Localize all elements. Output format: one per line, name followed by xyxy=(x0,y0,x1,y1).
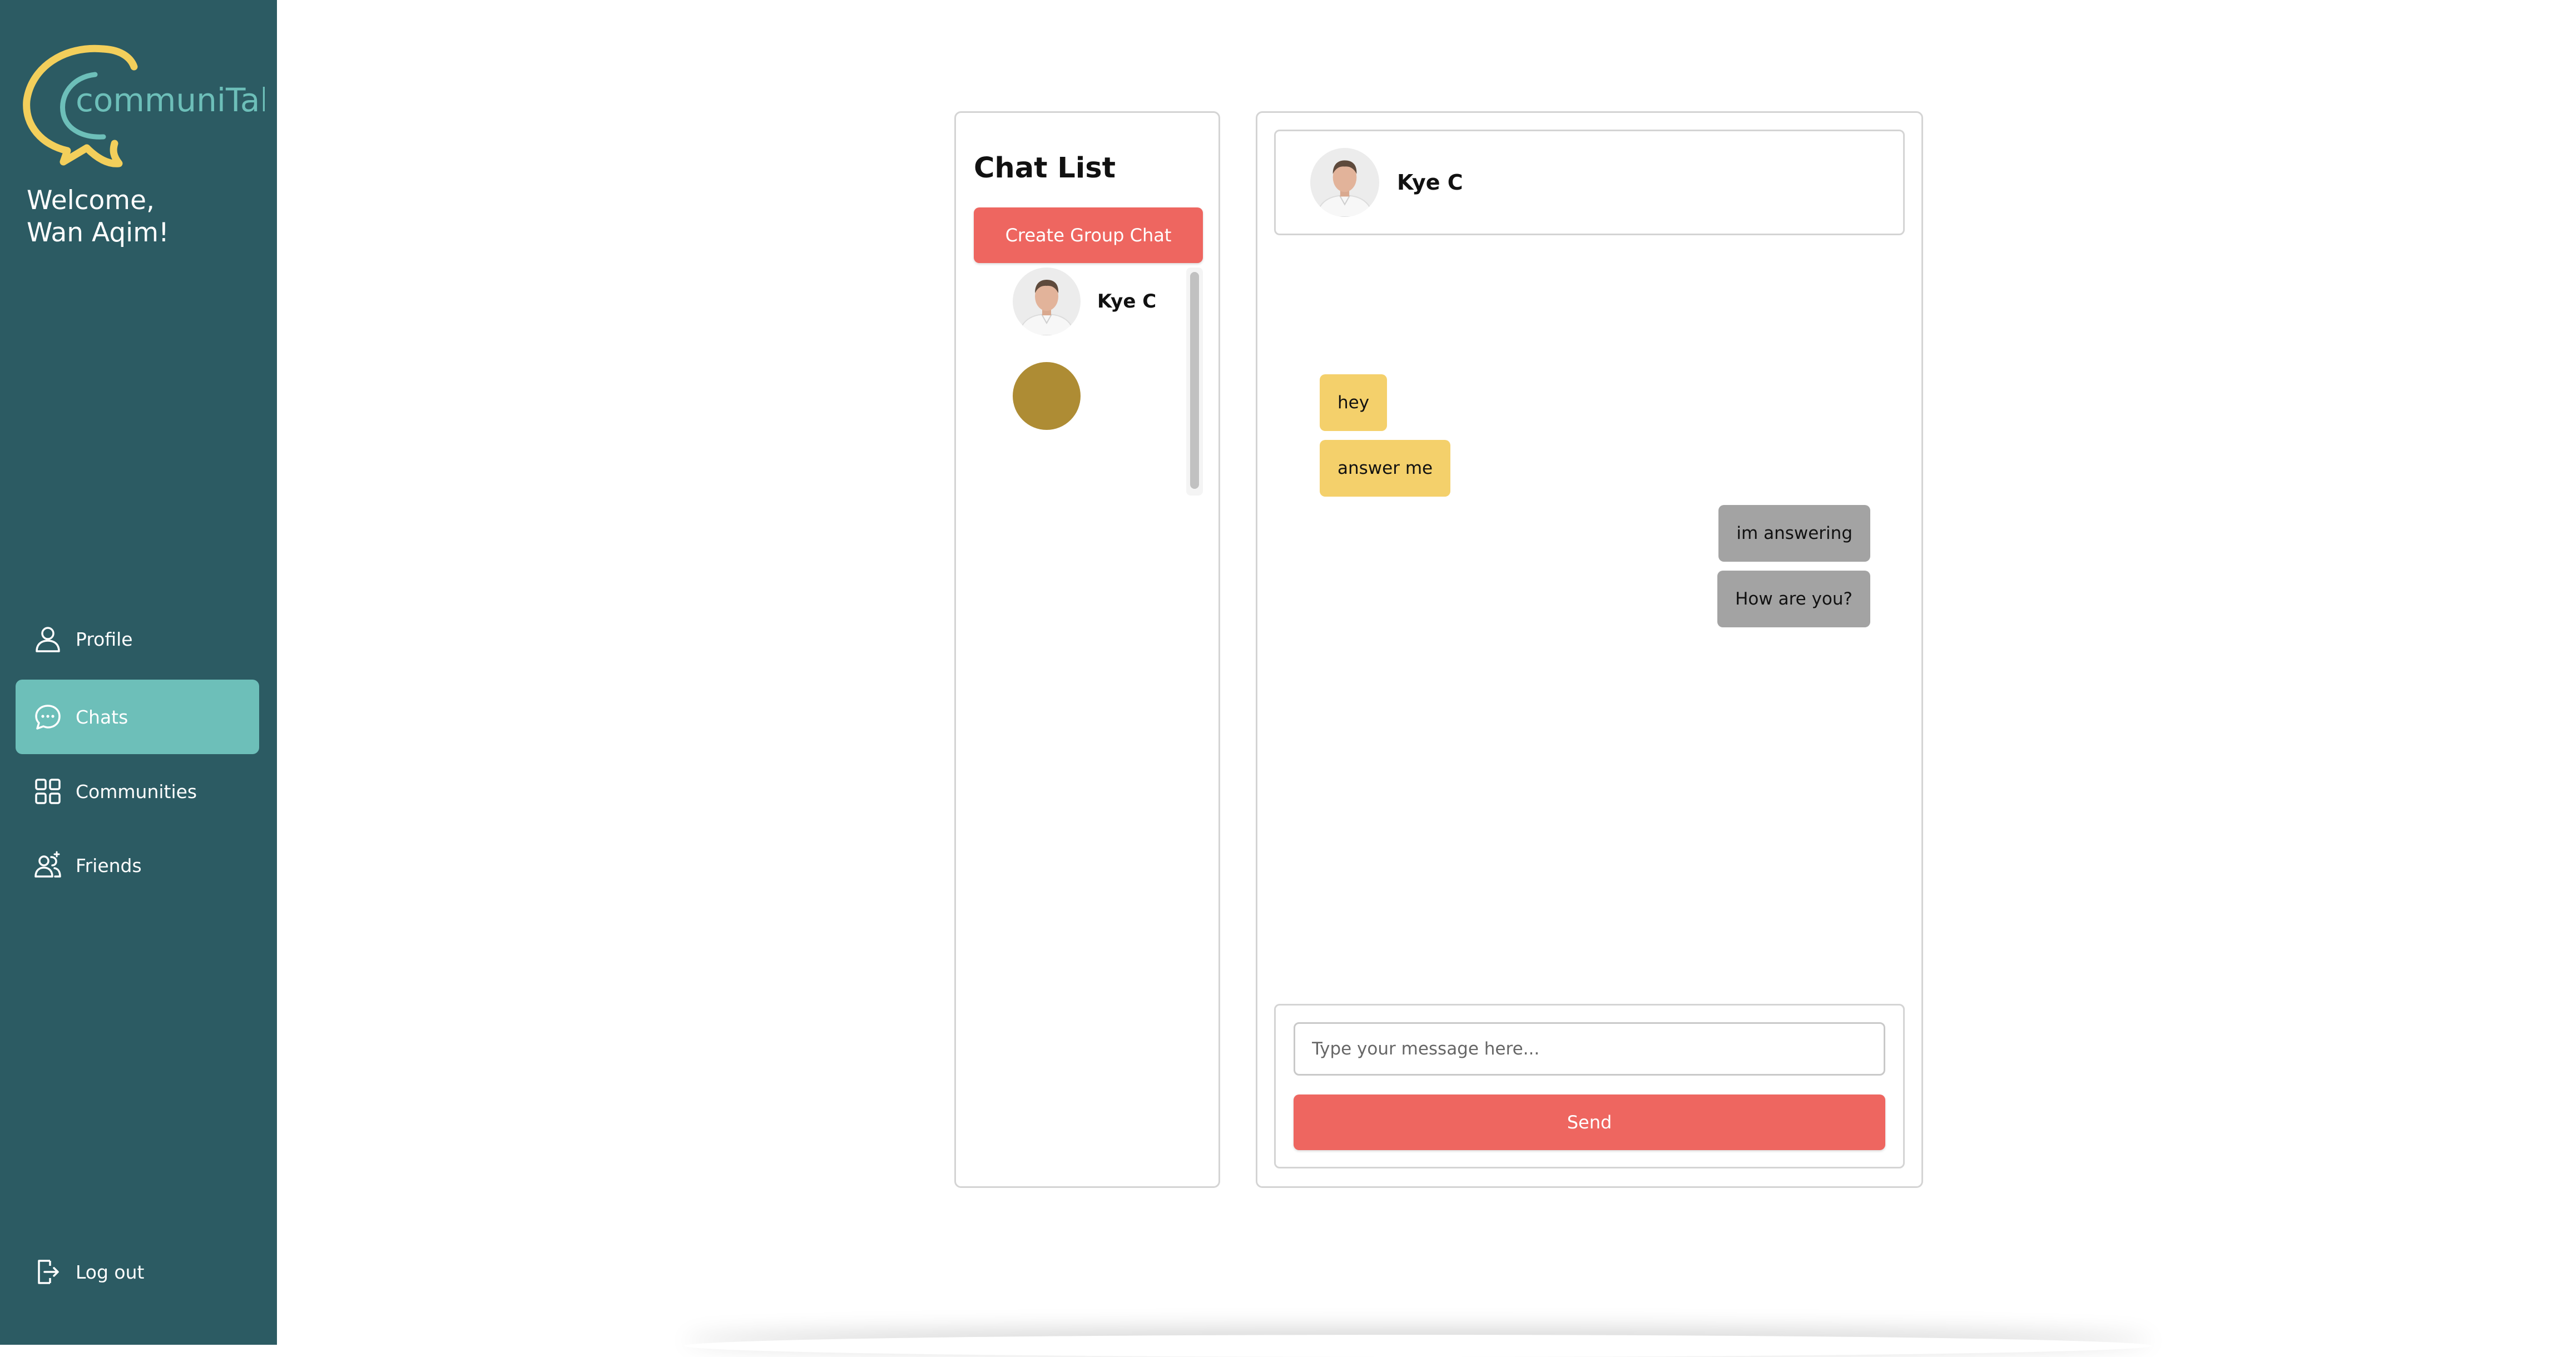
placeholder-avatar xyxy=(1013,362,1081,430)
chat-contact-name: Kye C xyxy=(1397,170,1463,195)
send-button[interactable]: Send xyxy=(1294,1094,1885,1150)
logout-button[interactable]: Log out xyxy=(16,1235,259,1309)
chat-header: Kye C xyxy=(1274,130,1905,235)
scrollbar-thumb[interactable] xyxy=(1190,272,1199,489)
sent-message: im answering xyxy=(1718,505,1870,562)
message-input[interactable] xyxy=(1294,1022,1885,1076)
chat-list-scrollbar[interactable] xyxy=(1186,268,1203,496)
contact-avatar xyxy=(1013,268,1081,335)
communitalk-logo[interactable]: communiTalk xyxy=(20,42,288,170)
logout-icon xyxy=(32,1256,63,1287)
grid-icon xyxy=(32,776,63,807)
chat-list-item[interactable] xyxy=(1013,362,1097,430)
create-group-chat-button[interactable]: Create Group Chat xyxy=(974,207,1203,263)
chat-list-scroll-area[interactable]: Kye C xyxy=(974,268,1203,605)
received-message: hey xyxy=(1320,374,1388,431)
logo-wordmark: communiTalk xyxy=(76,81,265,119)
logout-label: Log out xyxy=(76,1261,145,1283)
nav-item-chats[interactable]: Chats xyxy=(16,680,259,754)
friends-icon xyxy=(32,850,63,881)
contact-avatar xyxy=(1310,148,1379,217)
user-icon xyxy=(32,623,63,655)
welcome-greeting: Welcome, xyxy=(27,185,155,216)
welcome-username: Wan Aqim! xyxy=(27,217,169,248)
chat-list-title: Chat List xyxy=(974,152,1116,185)
chat-list-item[interactable]: Kye C xyxy=(1013,268,1156,335)
nav-item-profile[interactable]: Profile xyxy=(16,602,259,676)
chat-list-panel: Chat List Create Group Chat Kye C xyxy=(954,111,1220,1188)
sent-message: How are you? xyxy=(1717,571,1870,627)
nav-label-friends: Friends xyxy=(76,854,142,876)
speech-bubble-logo-icon: communiTalk xyxy=(23,44,288,167)
chat-window: Kye C hey answer me im answering How are… xyxy=(1256,111,1923,1188)
nav-item-communities[interactable]: Communities xyxy=(16,754,259,829)
sidebar: communiTalk Welcome, Wan Aqim! Profile C… xyxy=(0,0,288,1345)
message-composer: Send xyxy=(1274,1004,1905,1168)
chat-bubble-icon xyxy=(32,701,63,732)
nav-label-chats: Chats xyxy=(76,706,128,728)
welcome-message: Welcome, Wan Aqim! xyxy=(27,185,169,249)
bottom-edge-shadow xyxy=(684,1335,2152,1357)
nav-item-friends[interactable]: Friends xyxy=(16,828,259,903)
nav-label-communities: Communities xyxy=(76,780,197,803)
message-list: hey answer me im answering How are you? xyxy=(1274,246,1905,1108)
received-message: answer me xyxy=(1320,440,1451,497)
contact-name: Kye C xyxy=(1097,290,1157,313)
nav-label-profile: Profile xyxy=(76,628,133,650)
